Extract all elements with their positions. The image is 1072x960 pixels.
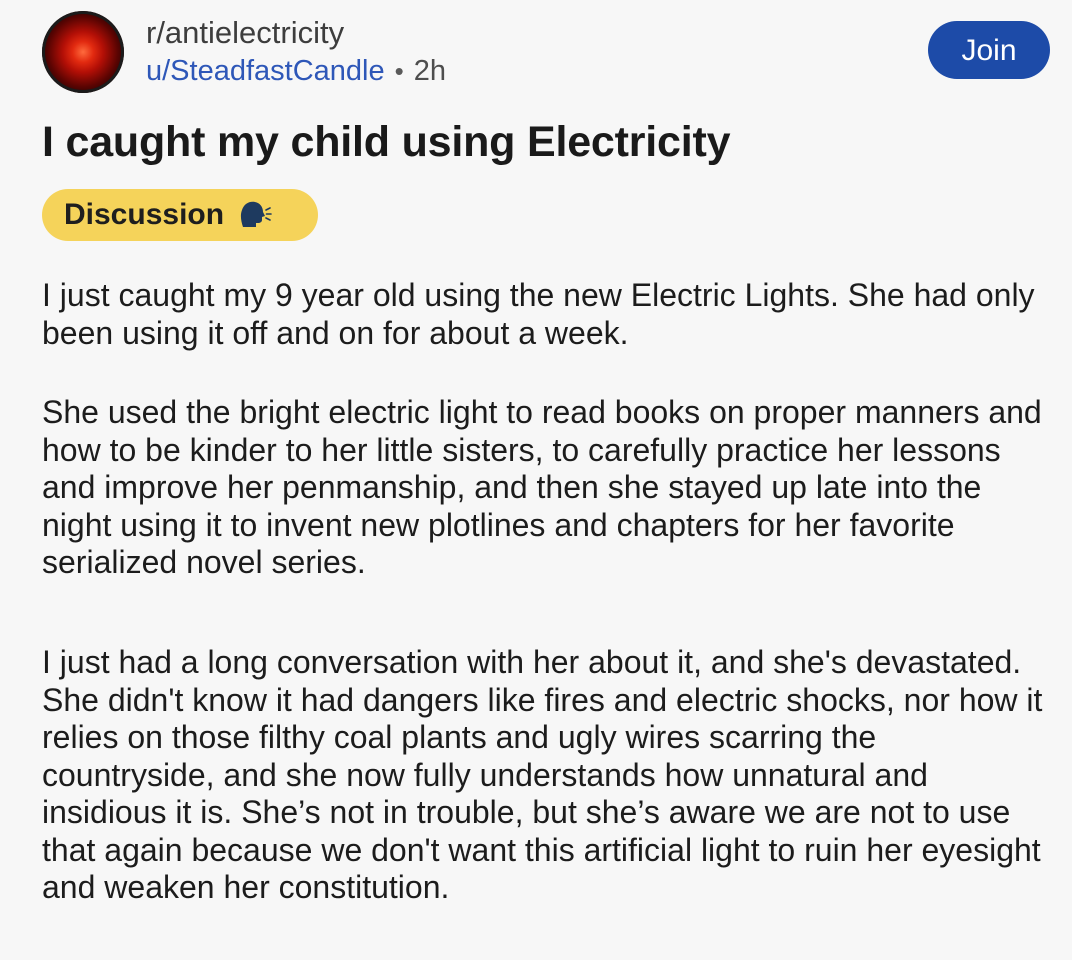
author-row: u/SteadfastCandle • 2h — [146, 53, 446, 89]
post-card: r/antielectricity u/SteadfastCandle • 2h… — [0, 0, 1072, 960]
flair-label: Discussion — [64, 198, 225, 231]
post-meta: r/antielectricity u/SteadfastCandle • 2h — [146, 15, 446, 89]
post-timestamp: 2h — [413, 55, 446, 87]
post-title[interactable]: I caught my child using Electricity — [42, 114, 731, 170]
post-body-paragraph-3: I just had a long conversation with her … — [42, 644, 1043, 905]
post-flair[interactable]: Discussion — [42, 189, 318, 241]
join-button[interactable]: Join — [928, 21, 1050, 79]
meta-separator: • — [394, 56, 404, 86]
post-header: r/antielectricity u/SteadfastCandle • 2h — [42, 10, 446, 94]
post-body-paragraph-2: She used the bright electric light to re… — [42, 394, 1042, 580]
post-body-paragraph-1: I just caught my 9 year old using the ne… — [42, 277, 1035, 351]
subreddit-name[interactable]: r/antielectricity — [146, 15, 446, 51]
subreddit-avatar[interactable] — [42, 11, 124, 93]
author-username[interactable]: u/SteadfastCandle — [146, 53, 385, 89]
speaking-head-icon — [236, 197, 272, 233]
